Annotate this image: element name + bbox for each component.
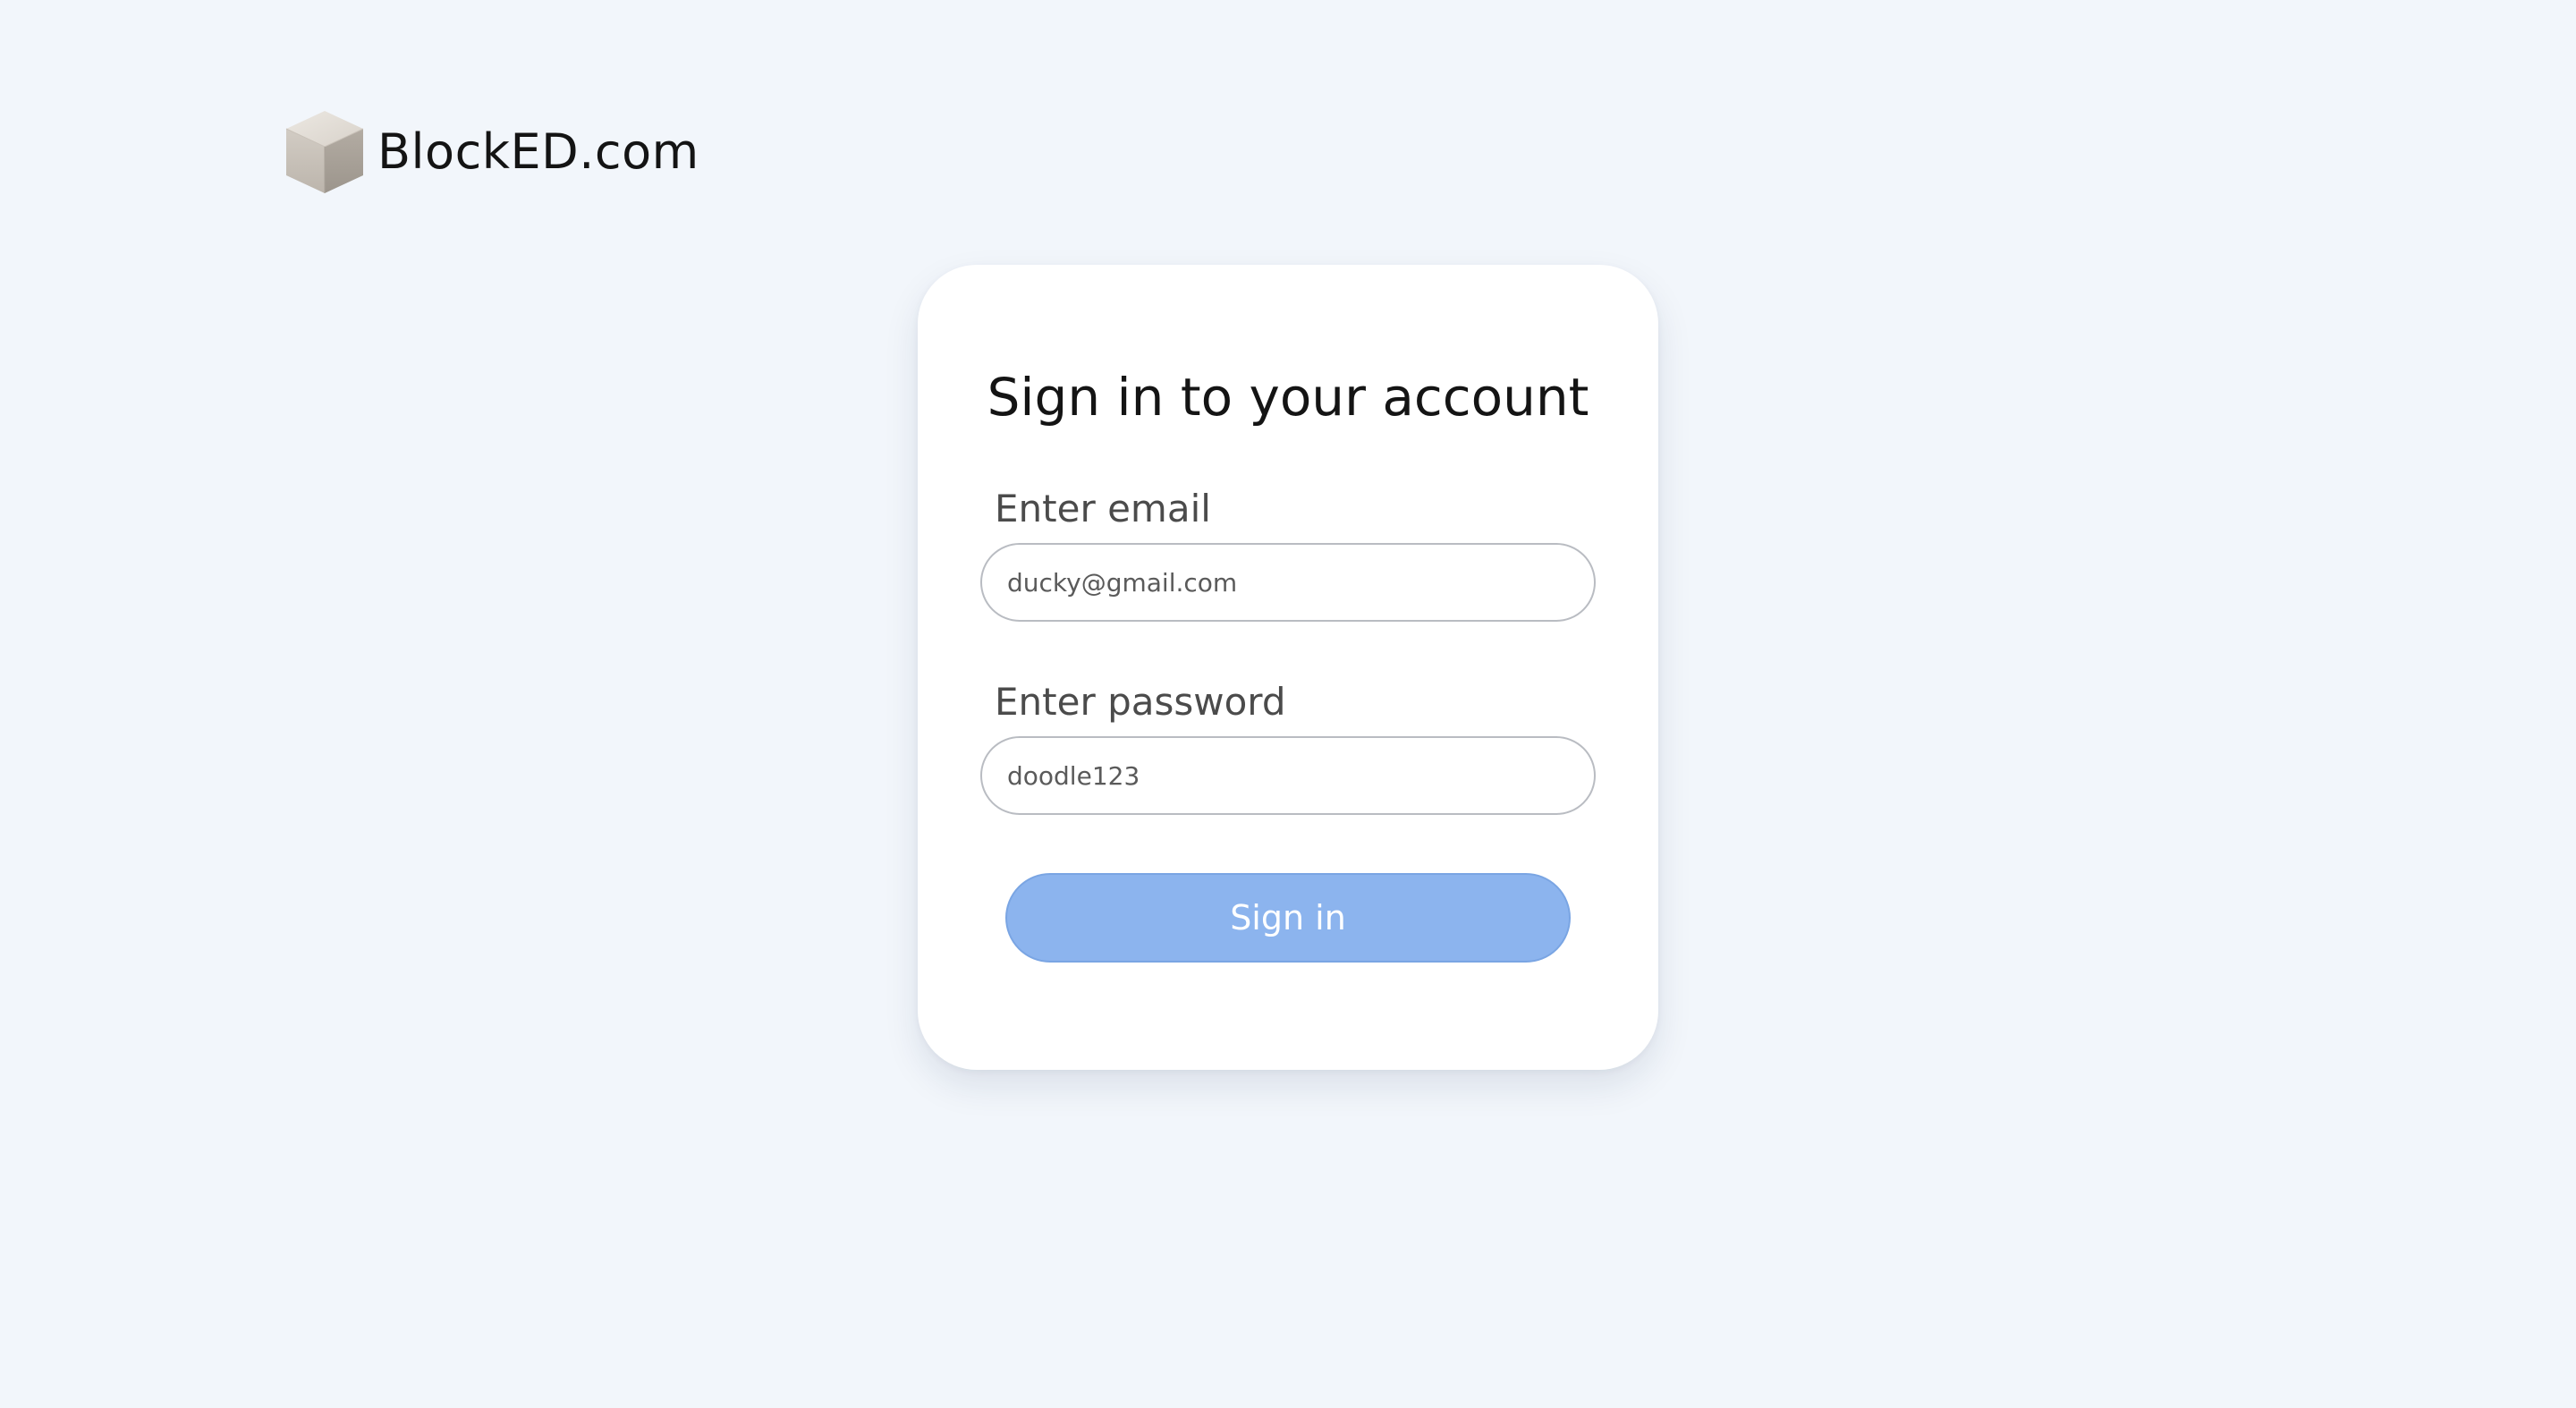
password-field[interactable] <box>980 736 1596 815</box>
signin-button[interactable]: Sign in <box>1005 873 1571 963</box>
brand-logo[interactable]: BlockED.com <box>284 109 699 195</box>
signin-card: Sign in to your account Enter email Ente… <box>918 265 1658 1070</box>
page-title: Sign in to your account <box>987 367 1589 428</box>
email-label: Enter email <box>995 487 1211 530</box>
brand-name: BlockED.com <box>377 123 699 180</box>
email-field[interactable] <box>980 543 1596 622</box>
cube-logo-icon <box>285 111 364 193</box>
password-label: Enter password <box>995 680 1286 724</box>
